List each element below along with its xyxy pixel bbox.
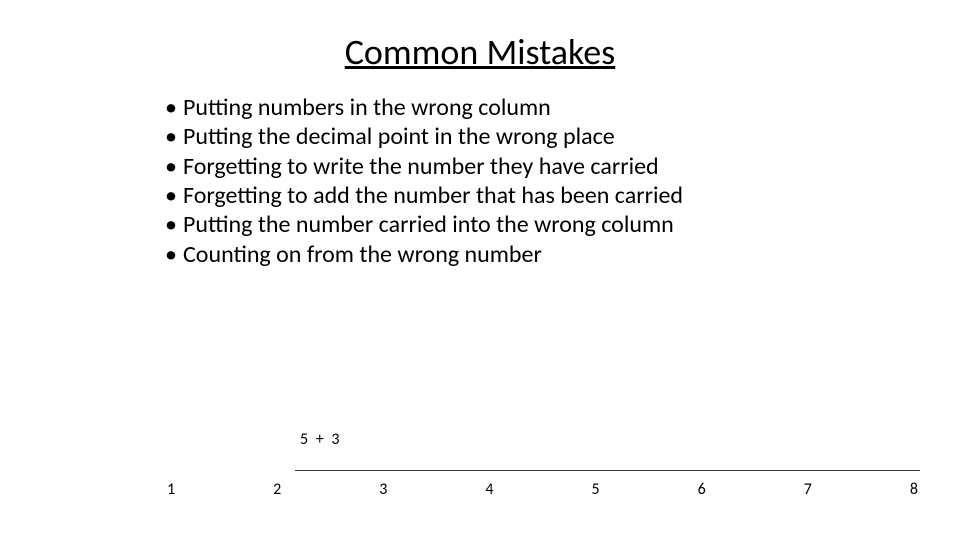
bullet-item: Counting on from the wrong number — [165, 241, 820, 269]
number-label: 8 — [908, 480, 920, 499]
number-label: 2 — [271, 480, 283, 499]
number-label: 5 — [590, 480, 602, 499]
expression-label: 5 + 3 — [300, 430, 341, 449]
bullet-item: Putting the decimal point in the wrong p… — [165, 123, 820, 151]
page-title: Common Mistakes — [80, 30, 880, 74]
slide: Common Mistakes Putting numbers in the w… — [0, 0, 960, 540]
bullet-list: Putting numbers in the wrong column Putt… — [165, 94, 820, 269]
number-label: 6 — [696, 480, 708, 499]
number-line-labels: 1 2 3 4 5 6 7 8 — [165, 480, 920, 499]
number-label: 7 — [802, 480, 814, 499]
bullet-item: Putting numbers in the wrong column — [165, 94, 820, 122]
number-line — [165, 470, 920, 471]
bullet-item: Forgetting to add the number that has be… — [165, 182, 820, 210]
bullet-item: Putting the number carried into the wron… — [165, 211, 820, 239]
number-line-diagram: 5 + 3 1 2 3 4 5 6 7 8 — [165, 420, 920, 510]
number-label: 4 — [483, 480, 495, 499]
number-label: 3 — [377, 480, 389, 499]
line-gap — [165, 470, 295, 472]
bullet-item: Forgetting to write the number they have… — [165, 153, 820, 181]
number-label: 1 — [165, 480, 177, 499]
